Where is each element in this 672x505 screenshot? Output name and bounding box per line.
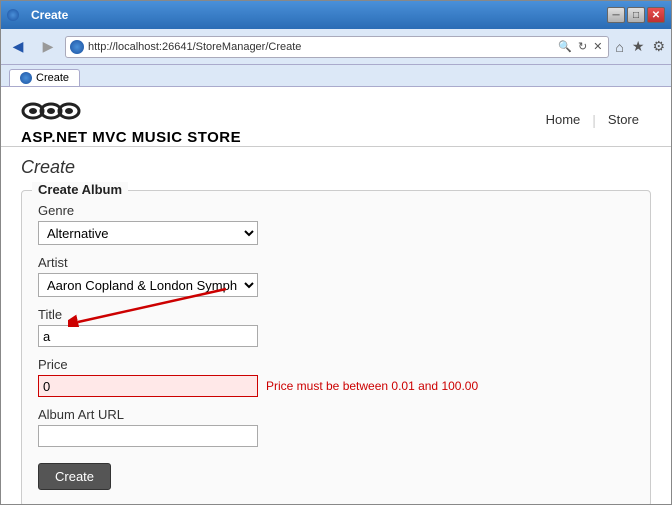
price-row: Price must be between 0.01 and 100.00 bbox=[38, 375, 634, 397]
address-text: http://localhost:26641/StoreManager/Crea… bbox=[88, 41, 552, 53]
title-input[interactable] bbox=[38, 325, 258, 347]
artist-label: Artist bbox=[38, 255, 634, 270]
form-box-title: Create Album bbox=[32, 182, 128, 197]
address-actions: 🔍 ↻ ✕ bbox=[556, 40, 604, 53]
tools-icon[interactable]: ⚙ bbox=[650, 38, 667, 55]
price-label: Price bbox=[38, 357, 634, 372]
logo-icon bbox=[21, 97, 241, 125]
window-controls: ─ □ ✕ bbox=[607, 7, 665, 23]
favorites-icon[interactable]: ★ bbox=[630, 38, 647, 55]
album-art-input[interactable] bbox=[38, 425, 258, 447]
price-group: Price Price must be between 0.01 and 100… bbox=[38, 357, 634, 397]
browser-favicon bbox=[7, 9, 19, 21]
tab-label: Create bbox=[36, 72, 69, 84]
title-input-wrap bbox=[38, 325, 258, 347]
close-button[interactable]: ✕ bbox=[647, 7, 665, 23]
logo-area: ASP.NET MVC MUSIC STORE bbox=[21, 97, 241, 146]
app-header: ASP.NET MVC MUSIC STORE Home | Store bbox=[1, 87, 671, 147]
store-nav-link[interactable]: Store bbox=[596, 108, 651, 131]
album-art-group: Album Art URL bbox=[38, 407, 634, 447]
window-title: Create bbox=[31, 8, 68, 22]
browser-window: Create ─ □ ✕ ◀ ▶ http://localhost:26641/… bbox=[0, 0, 672, 505]
tab-bar: Create bbox=[1, 65, 671, 87]
ie-favicon bbox=[70, 40, 84, 54]
main-area: Create Create Album Genre Alternative Bl… bbox=[1, 147, 671, 504]
app-nav: Home | Store bbox=[534, 108, 651, 131]
price-error-message: Price must be between 0.01 and 100.00 bbox=[266, 379, 478, 393]
back-nav-button[interactable]: ◀ bbox=[5, 35, 31, 59]
home-nav-icon[interactable]: ⌂ bbox=[613, 39, 625, 55]
title-label: Title bbox=[38, 307, 634, 322]
maximize-button[interactable]: □ bbox=[627, 7, 645, 23]
site-title: ASP.NET MVC MUSIC STORE bbox=[21, 129, 241, 146]
genre-select[interactable]: Alternative Blues Classical Country Disc… bbox=[38, 221, 258, 245]
address-bar: ◀ ▶ http://localhost:26641/StoreManager/… bbox=[1, 29, 671, 65]
artist-select[interactable]: Aaron Copland & London Symphony Orchestr… bbox=[38, 273, 258, 297]
home-nav-link[interactable]: Home bbox=[534, 108, 593, 131]
logo-svg bbox=[21, 97, 81, 125]
price-input[interactable] bbox=[38, 375, 258, 397]
search-compat-button[interactable]: 🔍 bbox=[556, 40, 574, 53]
genre-group: Genre Alternative Blues Classical Countr… bbox=[38, 203, 634, 245]
minimize-button[interactable]: ─ bbox=[607, 7, 625, 23]
genre-label: Genre bbox=[38, 203, 634, 218]
page-heading: Create bbox=[21, 157, 651, 178]
browser-tab[interactable]: Create bbox=[9, 69, 80, 86]
address-input-wrap: http://localhost:26641/StoreManager/Crea… bbox=[65, 36, 609, 58]
artist-group: Artist Aaron Copland & London Symphony O… bbox=[38, 255, 634, 297]
album-art-label: Album Art URL bbox=[38, 407, 634, 422]
title-bar: Create ─ □ ✕ bbox=[1, 1, 671, 29]
create-button[interactable]: Create bbox=[38, 463, 111, 490]
title-group: Title bbox=[38, 307, 634, 347]
tab-favicon bbox=[20, 72, 32, 84]
forward-nav-button[interactable]: ▶ bbox=[35, 35, 61, 59]
refresh-button[interactable]: ↻ bbox=[576, 40, 589, 53]
create-album-form: Create Album Genre Alternative Blues Cla… bbox=[21, 190, 651, 504]
stop-button[interactable]: ✕ bbox=[591, 40, 604, 53]
page-content: ASP.NET MVC MUSIC STORE Home | Store Cre… bbox=[1, 87, 671, 504]
